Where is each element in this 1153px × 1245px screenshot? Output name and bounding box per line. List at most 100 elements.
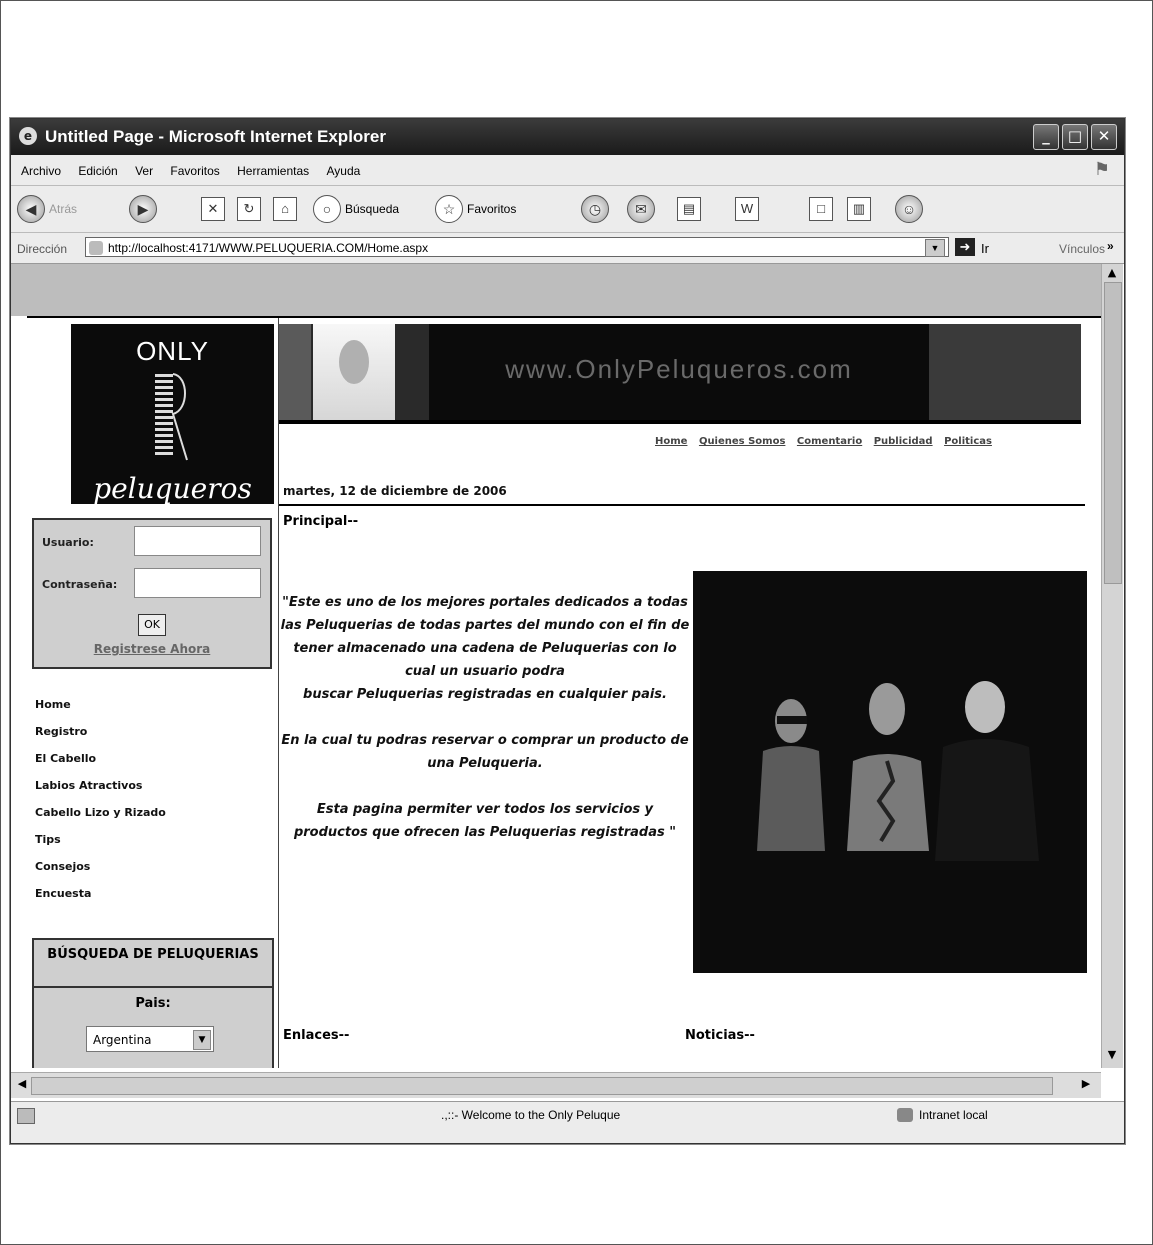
banner-model-photo (313, 324, 395, 424)
nav-el-cabello[interactable]: El Cabello (35, 752, 166, 779)
topnav-quienes-somos[interactable]: Quienes Somos (699, 436, 785, 447)
back-label: Atrás (49, 202, 78, 216)
vertical-scrollbar[interactable]: ▲ ▼ (1101, 264, 1123, 1068)
user-input[interactable] (134, 526, 261, 556)
quote-paragraph-3: Esta pagina permiter ver todos los servi… (293, 802, 677, 840)
home-button[interactable]: ⌂ (273, 194, 297, 224)
topnav-publicidad[interactable]: Publicidad (874, 436, 933, 447)
topnav-home[interactable]: Home (655, 436, 687, 447)
address-label: Dirección (17, 242, 68, 256)
scroll-right-icon[interactable]: ▶ (1077, 1077, 1095, 1093)
toolbar: ◀ Atrás ▶ ✕ ↻ ⌂ ○ Búsqueda ☆ Favoritos ◷… (11, 186, 1124, 233)
side-nav: Home Registro El Cabello Labios Atractiv… (35, 698, 166, 914)
nav-labios-atractivos[interactable]: Labios Atractivos (35, 779, 166, 806)
address-input[interactable]: http://localhost:4171/WWW.PELUQUERIA.COM… (85, 237, 949, 257)
ie-logo-icon: e (19, 127, 37, 145)
menu-ayuda[interactable]: Ayuda (327, 164, 361, 178)
scroll-down-icon[interactable]: ▼ (1103, 1048, 1121, 1064)
search-separator (34, 986, 272, 988)
nav-home[interactable]: Home (35, 698, 166, 725)
banner-left-strip (279, 324, 311, 424)
favorites-button[interactable]: ☆ Favoritos (435, 194, 516, 224)
model-face-image (339, 340, 369, 384)
enlaces-heading: Enlaces-- (283, 1028, 350, 1043)
country-label: Pais: (135, 996, 171, 1011)
title-bar: e Untitled Page - Microsoft Internet Exp… (11, 119, 1124, 155)
links-chevron[interactable]: » (1107, 239, 1114, 253)
register-link[interactable]: Registrese Ahora (34, 642, 270, 656)
menu-edicion[interactable]: Edición (78, 164, 117, 178)
discuss-icon: □ (809, 197, 833, 221)
refresh-icon: ↻ (237, 197, 261, 221)
security-zone-text: Intranet local (919, 1108, 988, 1122)
refresh-button[interactable]: ↻ (237, 194, 261, 224)
messenger-button[interactable]: ☺ (895, 194, 923, 224)
back-arrow-icon: ◀ (17, 195, 45, 223)
stop-button[interactable]: ✕ (201, 194, 225, 224)
nav-cabello-lizo-rizado[interactable]: Cabello Lizo y Rizado (35, 806, 166, 833)
research-button[interactable]: ▥ (847, 194, 871, 224)
site-banner: www.OnlyPeluqueros.com (279, 324, 1081, 424)
menu-archivo[interactable]: Archivo (21, 164, 61, 178)
principal-heading: Principal-- (283, 514, 359, 529)
nav-consejos[interactable]: Consejos (35, 860, 166, 887)
menu-ver[interactable]: Ver (135, 164, 153, 178)
printer-icon: ▤ (677, 197, 701, 221)
windows-flag-icon: ⚑ (1093, 159, 1110, 179)
word-icon: W (735, 197, 759, 221)
vertical-scroll-thumb[interactable] (1104, 282, 1122, 584)
site-logo[interactable]: ONLY peluqueros (71, 324, 274, 505)
page-status-icon (17, 1108, 35, 1124)
page-icon (89, 241, 103, 255)
search-icon: ○ (313, 195, 341, 223)
quote-paragraph-1b: buscar Peluquerias registradas en cualqu… (303, 687, 667, 702)
back-button[interactable]: ◀ Atrás (17, 194, 77, 224)
window-title: Untitled Page - Microsoft Internet Explo… (45, 127, 386, 146)
history-button[interactable]: ◷ (581, 194, 609, 224)
models-illustration (693, 571, 1087, 973)
horizontal-scroll-thumb[interactable] (31, 1077, 1053, 1095)
logo-top-text: ONLY (136, 336, 209, 366)
banner-stripe (279, 420, 1081, 424)
browser-window: e Untitled Page - Microsoft Internet Exp… (10, 118, 1125, 1144)
intranet-zone-icon (897, 1108, 913, 1122)
maximize-button[interactable]: □ (1062, 124, 1088, 150)
models-photo (693, 571, 1087, 973)
mail-button[interactable]: ✉ (627, 194, 655, 224)
go-arrow-icon[interactable]: ➜ (955, 238, 975, 256)
nav-encuesta[interactable]: Encuesta (35, 887, 166, 914)
logo-bottom-text: peluqueros (93, 472, 252, 505)
stop-icon: ✕ (201, 197, 225, 221)
go-button[interactable]: Ir (981, 241, 989, 256)
country-select[interactable]: Argentina ▼ (86, 1026, 214, 1052)
scroll-up-icon[interactable]: ▲ (1103, 266, 1121, 282)
topnav-politicas[interactable]: Politicas (944, 436, 992, 447)
horizontal-scrollbar[interactable]: ◀ ▶ (11, 1072, 1101, 1098)
edit-button[interactable]: W (735, 194, 759, 224)
favorites-label: Favoritos (467, 202, 517, 216)
print-button[interactable]: ▤ (677, 194, 701, 224)
address-dropdown-icon[interactable]: ▼ (925, 239, 945, 257)
ok-button[interactable]: OK (138, 614, 166, 636)
minimize-button[interactable]: _ (1033, 124, 1059, 150)
discuss-button[interactable]: □ (809, 194, 833, 224)
logo-r-mark (155, 373, 188, 461)
password-input[interactable] (134, 568, 261, 598)
topnav-comentario[interactable]: Comentario (797, 436, 862, 447)
forward-arrow-icon: ▶ (129, 195, 157, 223)
close-button[interactable]: ✕ (1091, 124, 1117, 150)
top-nav: Home Quienes Somos Comentario Publicidad… (647, 436, 992, 447)
scroll-left-icon[interactable]: ◀ (13, 1077, 31, 1093)
date-text: martes, 12 de diciembre de 2006 (283, 484, 507, 498)
search-panel: BÚSQUEDA DE PELUQUERIAS Pais: Argentina … (32, 938, 274, 1068)
top-gray-band (11, 264, 1101, 316)
menu-favoritos[interactable]: Favoritos (170, 164, 219, 178)
search-button[interactable]: ○ Búsqueda (313, 194, 399, 224)
forward-button[interactable]: ▶ (129, 194, 157, 224)
search-title: BÚSQUEDA DE PELUQUERIAS (47, 947, 259, 962)
links-label[interactable]: Vínculos (1059, 242, 1105, 256)
noticias-heading: Noticias-- (685, 1028, 755, 1043)
nav-registro[interactable]: Registro (35, 725, 166, 752)
menu-herramientas[interactable]: Herramientas (237, 164, 309, 178)
nav-tips[interactable]: Tips (35, 833, 166, 860)
